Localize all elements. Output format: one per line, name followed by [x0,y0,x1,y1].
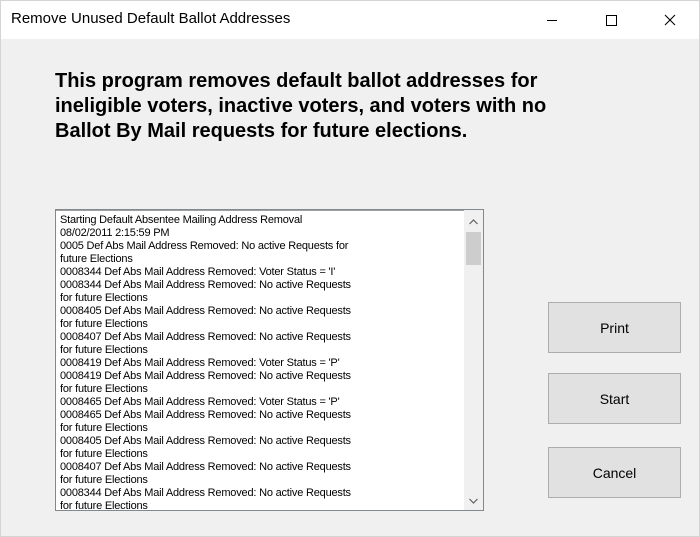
log-line: 0008465 Def Abs Mail Address Removed: No… [60,409,351,421]
minimize-icon [547,20,557,21]
start-button[interactable]: Start [548,373,681,424]
close-button[interactable] [647,1,693,39]
log-line: 0005 Def Abs Mail Address Removed: No ac… [60,240,349,252]
log-line: for future Elections [60,448,148,460]
app-window: Remove Unused Default Ballot Addresses T… [0,0,700,537]
log-line: for future Elections [60,422,148,434]
log-line: future Elections [60,253,133,265]
log-line: 0008419 Def Abs Mail Address Removed: No… [60,370,351,382]
log-line: 08/02/2011 2:15:59 PM [60,227,170,239]
log-line: 0008405 Def Abs Mail Address Removed: No… [60,435,351,447]
log-line: 0008465 Def Abs Mail Address Removed: Vo… [60,396,340,408]
log-line: for future Elections [60,292,148,304]
print-button[interactable]: Print [548,302,681,353]
close-icon [664,14,676,26]
maximize-icon [606,15,617,26]
chevron-up-icon [469,219,478,225]
log-line: for future Elections [60,344,148,356]
minimize-button[interactable] [529,1,575,39]
log-line: Starting Default Absentee Mailing Addres… [60,214,303,226]
chevron-down-icon [469,498,478,504]
log-line: 0008344 Def Abs Mail Address Removed: No… [60,279,351,291]
log-listbox[interactable]: Starting Default Absentee Mailing Addres… [55,209,484,511]
window-title: Remove Unused Default Ballot Addresses [11,10,291,27]
log-line: 0008407 Def Abs Mail Address Removed: No… [60,331,351,343]
log-line: 0008405 Def Abs Mail Address Removed: No… [60,305,351,317]
title-bar[interactable]: Remove Unused Default Ballot Addresses [1,1,699,39]
log-line: 0008344 Def Abs Mail Address Removed: No… [60,487,351,499]
scroll-thumb[interactable] [466,232,481,265]
log-line: for future Elections [60,318,148,330]
log-line: 0008344 Def Abs Mail Address Removed: Vo… [60,266,336,278]
description-heading: This program removes default ballot addr… [55,70,547,142]
log-line: 0008407 Def Abs Mail Address Removed: No… [60,461,351,473]
log-line: 0008419 Def Abs Mail Address Removed: Vo… [60,357,340,369]
cancel-button[interactable]: Cancel [548,447,681,498]
log-line: for future Elections [60,500,148,509]
scroll-down-button[interactable] [464,492,483,510]
scroll-up-button[interactable] [464,213,483,231]
maximize-button[interactable] [588,1,634,39]
vertical-scrollbar[interactable] [464,210,483,510]
log-line: for future Elections [60,474,148,486]
log-text-area: Starting Default Absentee Mailing Addres… [60,214,460,509]
log-line: for future Elections [60,383,148,395]
